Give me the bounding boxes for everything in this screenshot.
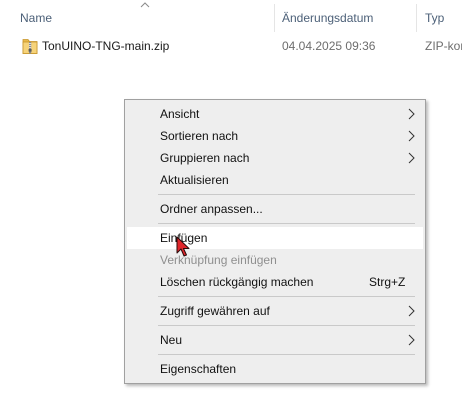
menu-item-paste-shortcut: Verknüpfung einfügen bbox=[127, 249, 423, 271]
menu-item-label: Ansicht bbox=[160, 107, 200, 121]
sort-ascending-icon bbox=[140, 2, 150, 8]
menu-item-label: Zugriff gewähren auf bbox=[160, 304, 270, 318]
menu-item-label: Ordner anpassen... bbox=[160, 202, 263, 216]
arrow-pointer-icon bbox=[176, 236, 190, 257]
chevron-right-icon bbox=[408, 108, 415, 120]
zip-folder-icon bbox=[22, 39, 38, 54]
chevron-right-icon bbox=[408, 305, 415, 317]
menu-item-shortcut: Strg+Z bbox=[369, 275, 406, 289]
menu-item-label: Neu bbox=[160, 333, 183, 347]
menu-item-sort-by[interactable]: Sortieren nach bbox=[127, 125, 423, 147]
menu-item-new[interactable]: Neu bbox=[127, 329, 423, 351]
menu-item-label: Sortieren nach bbox=[160, 129, 239, 143]
menu-separator bbox=[158, 194, 415, 195]
menu-item-label: Löschen rückgängig machen bbox=[160, 275, 314, 289]
menu-item-group-by[interactable]: Gruppieren nach bbox=[127, 147, 423, 169]
menu-separator bbox=[158, 296, 415, 297]
menu-item-label: Aktualisieren bbox=[160, 173, 229, 187]
menu-item-properties[interactable]: Eigenschaften bbox=[127, 358, 423, 380]
menu-item-undo-delete[interactable]: Löschen rückgängig machen Strg+Z bbox=[127, 271, 423, 293]
menu-item-view[interactable]: Ansicht bbox=[127, 103, 423, 125]
file-type: ZIP-kor bbox=[425, 39, 462, 53]
menu-separator bbox=[158, 325, 415, 326]
chevron-right-icon bbox=[408, 334, 415, 346]
menu-item-give-access[interactable]: Zugriff gewähren auf bbox=[127, 300, 423, 322]
chevron-right-icon bbox=[408, 152, 415, 164]
column-divider[interactable] bbox=[416, 4, 417, 32]
menu-item-label: Gruppieren nach bbox=[160, 151, 250, 165]
column-header-modified[interactable]: Änderungsdatum bbox=[282, 10, 373, 26]
menu-item-refresh[interactable]: Aktualisieren bbox=[127, 169, 423, 191]
column-header-name[interactable]: Name bbox=[20, 10, 52, 26]
menu-separator bbox=[158, 354, 415, 355]
chevron-right-icon bbox=[408, 130, 415, 142]
menu-separator bbox=[158, 223, 415, 224]
context-menu: Ansicht Sortieren nach Gruppieren nach A… bbox=[124, 99, 426, 384]
menu-item-label: Eigenschaften bbox=[160, 362, 237, 376]
file-row[interactable]: TonUINO-TNG-main.zip 04.04.2025 09:36 ZI… bbox=[0, 36, 462, 56]
file-explorer-view: Name Änderungsdatum Typ TonUINO-TNG-main… bbox=[0, 0, 462, 404]
menu-item-customize-folder[interactable]: Ordner anpassen... bbox=[127, 198, 423, 220]
column-divider[interactable] bbox=[274, 4, 275, 32]
column-header-type[interactable]: Typ bbox=[425, 10, 444, 26]
file-modified-date: 04.04.2025 09:36 bbox=[282, 39, 376, 53]
menu-item-paste[interactable]: Einfügen bbox=[127, 227, 423, 249]
file-name[interactable]: TonUINO-TNG-main.zip bbox=[42, 38, 169, 54]
column-header-row: Name Änderungsdatum Typ bbox=[0, 0, 462, 34]
